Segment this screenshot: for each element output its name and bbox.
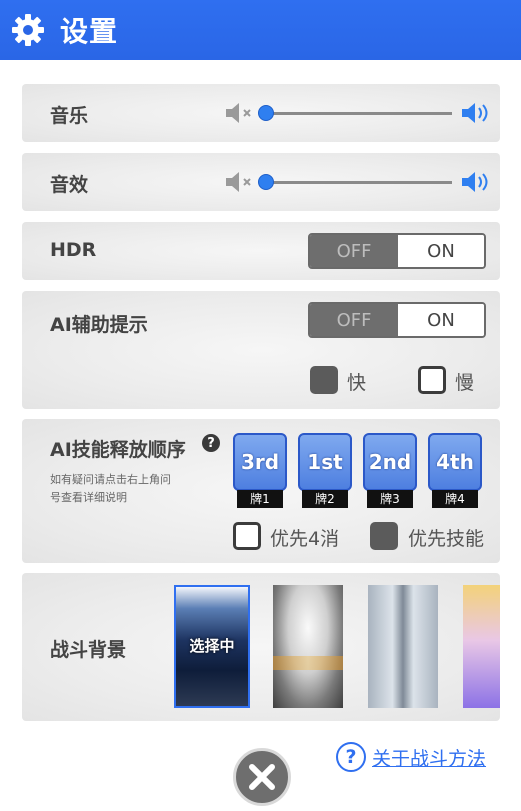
- ai-hint-label: AI辅助提示: [50, 314, 148, 336]
- music-row: 音乐: [22, 84, 500, 142]
- selected-label: 选择中: [189, 637, 235, 655]
- slow-checkbox[interactable]: [418, 366, 446, 394]
- hdr-row: HDR OFF ON: [22, 222, 500, 280]
- skill-card-3[interactable]: 2nd: [363, 433, 417, 491]
- card-tag-1: 牌1: [237, 490, 283, 508]
- gear-icon: [8, 10, 48, 50]
- battle-bg-label: 战斗背景: [50, 639, 127, 661]
- hdr-on-option[interactable]: ON: [398, 235, 484, 267]
- ai-hint-row: AI辅助提示 OFF ON 快 慢: [22, 291, 500, 409]
- hdr-off-option[interactable]: OFF: [310, 235, 398, 267]
- skill-card-2[interactable]: 1st: [298, 433, 352, 491]
- sfx-label: 音效: [50, 174, 89, 196]
- music-label: 音乐: [50, 105, 89, 127]
- question-icon: ?: [336, 742, 366, 772]
- mute-icon[interactable]: [224, 101, 260, 125]
- hdr-label: HDR: [50, 239, 97, 261]
- ai-hint-on-option[interactable]: ON: [398, 304, 484, 336]
- skill-card-1[interactable]: 3rd: [233, 433, 287, 491]
- ai-skill-label: AI技能释放顺序: [50, 439, 186, 461]
- music-slider-track[interactable]: [266, 112, 452, 115]
- slow-label: 慢: [455, 372, 475, 394]
- help-icon[interactable]: ?: [202, 434, 220, 452]
- music-slider-knob[interactable]: [258, 105, 274, 121]
- ai-skill-note: 如有疑问请点击右上角问 号查看详细说明: [50, 471, 171, 507]
- skill-card-4[interactable]: 4th: [428, 433, 482, 491]
- fast-label: 快: [347, 372, 367, 394]
- card-tag-4: 牌4: [432, 490, 478, 508]
- close-button[interactable]: [233, 748, 291, 806]
- battle-bg-thumb-3[interactable]: [368, 585, 438, 708]
- ai-hint-off-option[interactable]: OFF: [310, 304, 398, 336]
- battle-bg-thumb-4[interactable]: [463, 585, 500, 708]
- priority-skill-label: 优先技能: [408, 528, 485, 550]
- note-line-2: 号查看详细说明: [50, 491, 127, 504]
- priority-skill-checkbox[interactable]: [370, 522, 398, 550]
- ai-hint-toggle[interactable]: OFF ON: [308, 302, 486, 338]
- mute-icon[interactable]: [224, 170, 260, 194]
- hdr-toggle[interactable]: OFF ON: [308, 233, 486, 269]
- sfx-row: 音效: [22, 153, 500, 211]
- close-icon: [249, 764, 275, 790]
- battle-bg-thumb-2[interactable]: [273, 585, 343, 708]
- card-tag-2: 牌2: [302, 490, 348, 508]
- battle-bg-thumb-1[interactable]: 选择中: [174, 585, 250, 708]
- priority-clear-label: 优先4消: [270, 528, 340, 550]
- page-title: 设置: [60, 15, 119, 48]
- priority-clear-checkbox[interactable]: [233, 522, 261, 550]
- sfx-slider-track[interactable]: [266, 181, 452, 184]
- card-tag-3: 牌3: [367, 490, 413, 508]
- note-line-1: 如有疑问请点击右上角问: [50, 473, 171, 486]
- title-bar: 设置: [0, 0, 521, 60]
- battle-help-link[interactable]: ? 关于战斗方法: [336, 742, 486, 772]
- volume-icon[interactable]: [460, 101, 492, 125]
- fast-checkbox[interactable]: [310, 366, 338, 394]
- volume-icon[interactable]: [460, 170, 492, 194]
- sfx-slider-knob[interactable]: [258, 174, 274, 190]
- battle-help-text[interactable]: 关于战斗方法: [372, 744, 486, 771]
